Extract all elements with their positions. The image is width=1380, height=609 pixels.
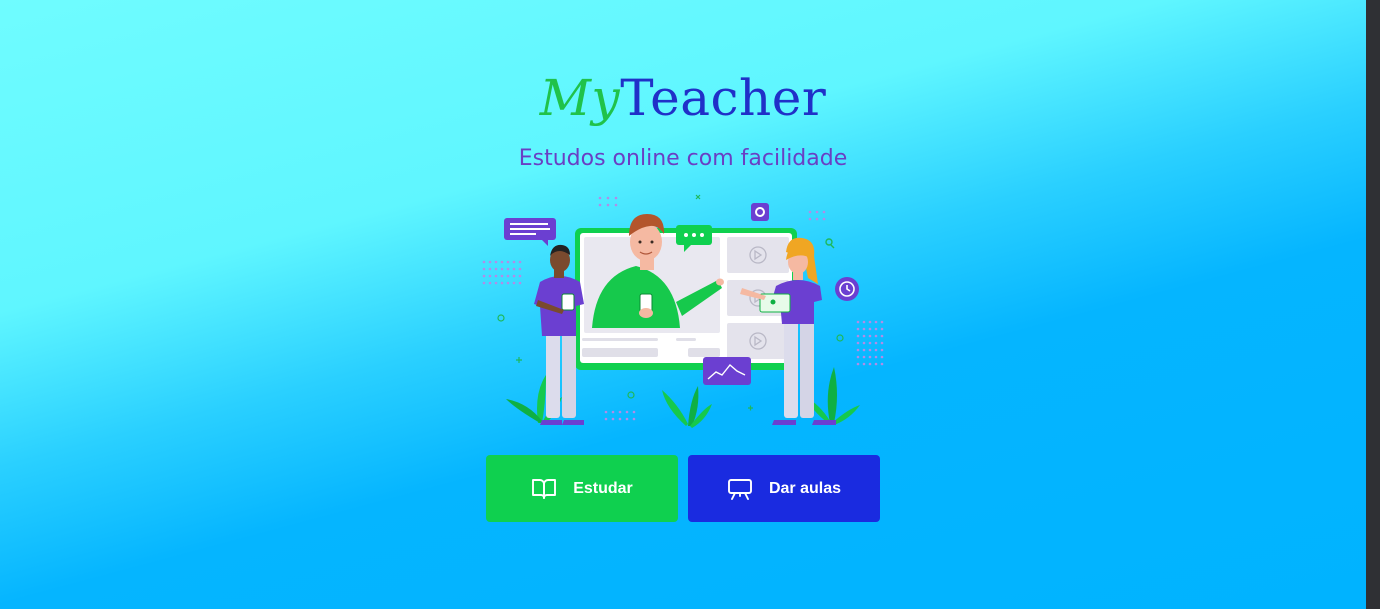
tagline: Estudos online com facilidade: [518, 146, 848, 171]
dot-grid-left: [482, 260, 522, 285]
study-button-label: Estudar: [573, 479, 633, 497]
book-open-icon: [532, 478, 557, 499]
brand-logo: MyTeacher: [0, 66, 1366, 138]
study-button[interactable]: Estudar: [486, 455, 678, 522]
chart-card: [703, 357, 751, 385]
dot-grid-right: [856, 320, 884, 366]
brand-logo-teacher: Teacher: [620, 69, 827, 127]
presentation-board-icon: [728, 478, 752, 500]
gear-icon: [751, 203, 769, 221]
window-scrollbar[interactable]: [1366, 0, 1380, 609]
chat-bubble-left: [504, 218, 556, 246]
teach-button[interactable]: Dar aulas: [688, 455, 880, 522]
teach-button-label: Dar aulas: [768, 479, 842, 497]
clock-icon: [835, 277, 859, 301]
hero-illustration: [482, 194, 884, 428]
landing-page: MyTeacher Estudos online com facilidade: [0, 0, 1366, 609]
plant-right: [806, 367, 860, 425]
brand-logo-my: My: [539, 69, 621, 127]
plant-center: [662, 386, 712, 428]
